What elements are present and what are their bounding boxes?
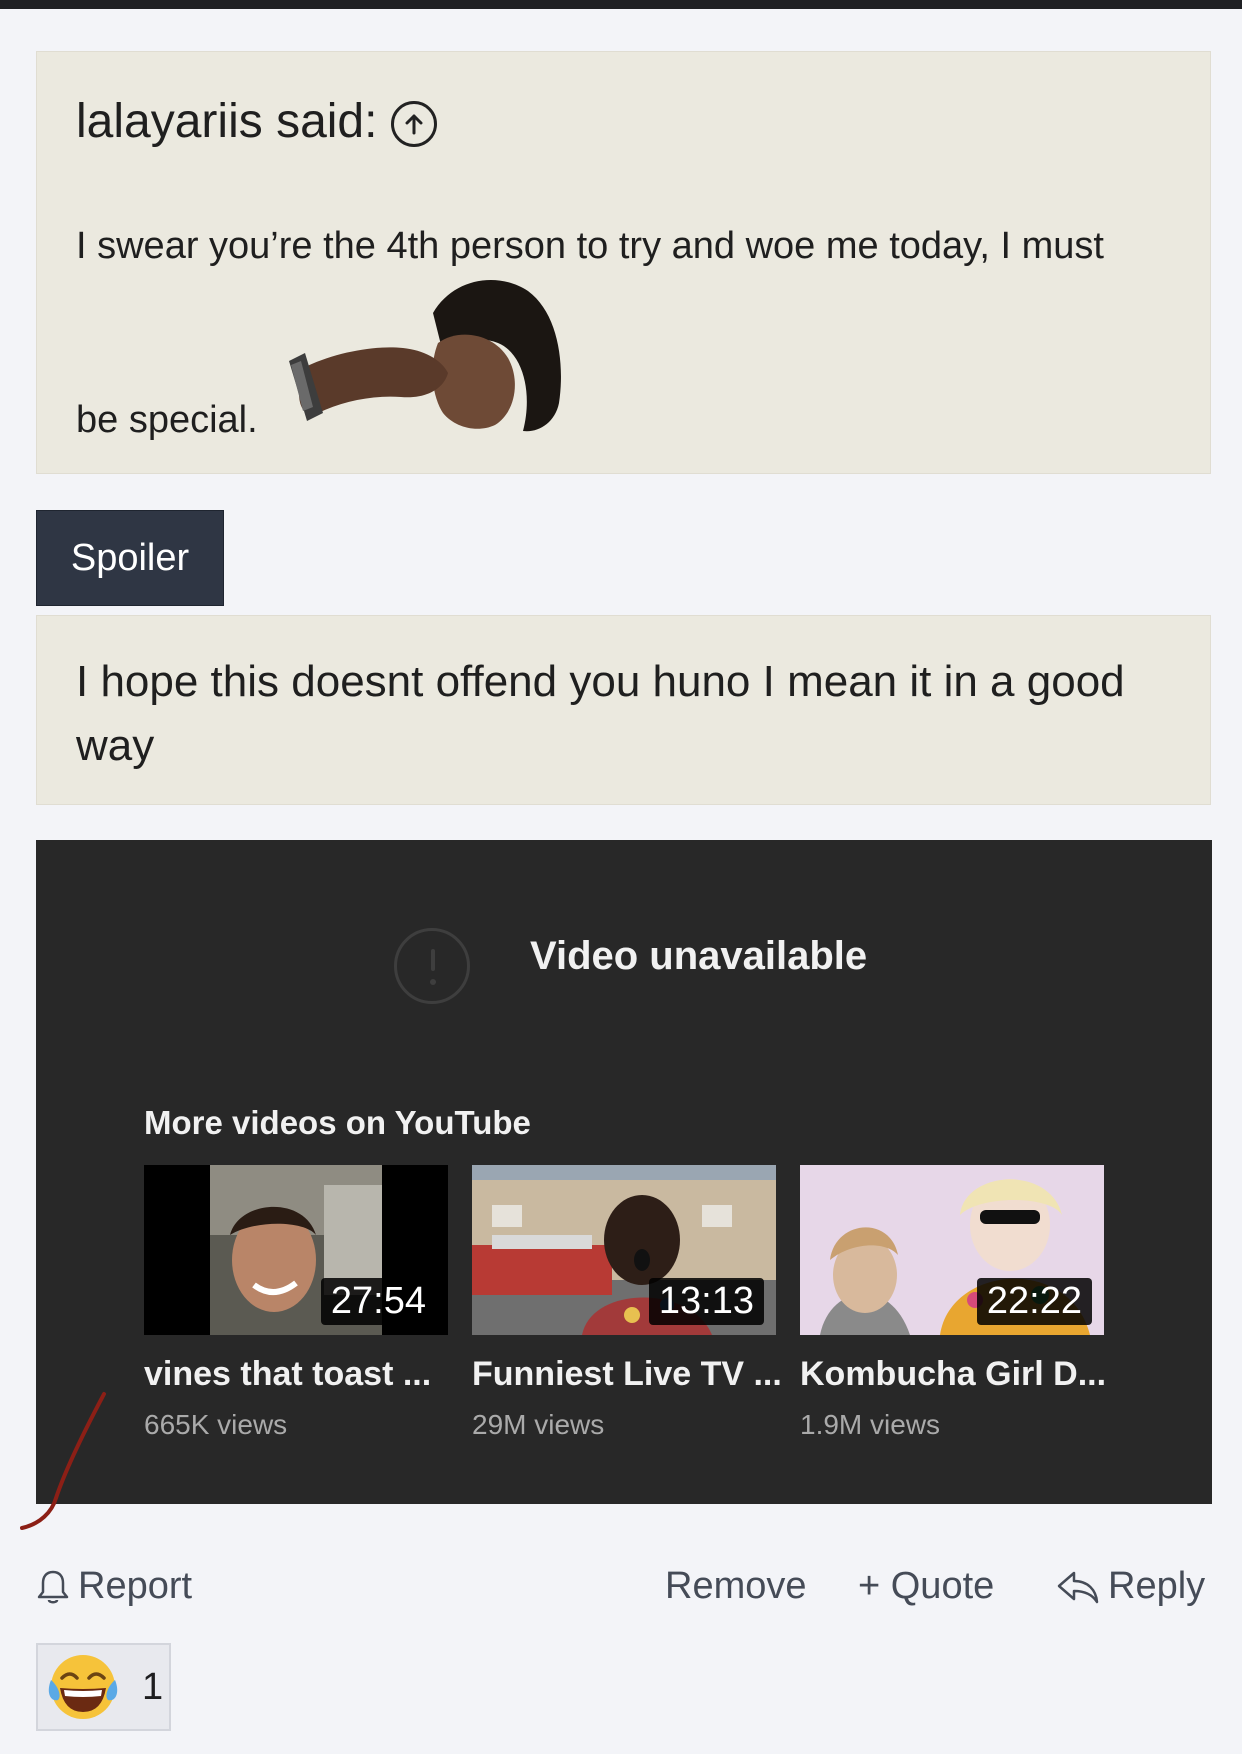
reaction-count: 1: [142, 1665, 164, 1708]
reply-button[interactable]: Reply: [1056, 1565, 1205, 1608]
quote-author: lalayariis said:: [76, 95, 378, 148]
video-duration: 13:13: [648, 1278, 764, 1325]
video-card[interactable]: 27:54 vines that toast ... 665K views: [144, 1165, 448, 1440]
remove-button[interactable]: Remove: [665, 1565, 807, 1608]
video-title[interactable]: Kombucha Girl D...: [800, 1355, 1106, 1394]
pen-scribble: [20, 1392, 106, 1530]
video-views: 665K views: [144, 1409, 288, 1440]
quote-text-line-2: be special.: [76, 399, 258, 441]
remove-label: Remove: [665, 1565, 807, 1607]
quote-header: lalayariis said:: [76, 94, 438, 149]
jump-to-quote-icon[interactable]: [391, 100, 438, 147]
video-thumbnail[interactable]: 22:22: [800, 1165, 1104, 1335]
video-title[interactable]: vines that toast ...: [144, 1355, 431, 1394]
video-thumbnail[interactable]: 13:13: [472, 1165, 776, 1335]
quote-label: + Quote: [858, 1565, 995, 1607]
warning-icon: [394, 928, 470, 1004]
report-label: Report: [78, 1565, 193, 1607]
video-card[interactable]: 13:13 Funniest Live TV ... 29M views: [472, 1165, 782, 1440]
reply-label: Reply: [1108, 1565, 1206, 1607]
video-thumbnail[interactable]: 27:54: [144, 1165, 448, 1335]
reaction-badge[interactable]: 1: [36, 1643, 171, 1731]
video-views: 29M views: [472, 1409, 605, 1440]
video-card[interactable]: 22:22 Kombucha Girl D... 1.9M views: [800, 1165, 1106, 1440]
laughing-crying-emoji-icon: [48, 1655, 118, 1719]
message-text-block: I hope this doesnt offend you huno I mea…: [36, 615, 1211, 805]
message-text: I hope this doesnt offend you huno I mea…: [76, 657, 1125, 770]
video-title[interactable]: Funniest Live TV ...: [472, 1355, 782, 1394]
youtube-embed[interactable]: Video unavailable More videos on YouTube…: [36, 840, 1212, 1504]
spoiler-button[interactable]: Spoiler: [36, 510, 224, 606]
quote-button[interactable]: + Quote: [858, 1565, 994, 1608]
bell-icon: [37, 1570, 69, 1603]
more-videos-heading: More videos on YouTube: [144, 1104, 531, 1141]
video-duration: 22:22: [976, 1278, 1092, 1325]
quoted-message: lalayariis said: I swear you’re the 4th …: [36, 51, 1211, 474]
video-unavailable-text: Video unavailable: [530, 934, 868, 978]
top-bar: [0, 0, 1242, 9]
drinking-man-sticker: [289, 279, 561, 432]
video-views: 1.9M views: [800, 1409, 941, 1440]
post-actions: Report Remove + Quote Reply: [0, 1565, 1242, 1625]
report-button[interactable]: Report: [36, 1565, 192, 1608]
quote-text-line-1: I swear you’re the 4th person to try and…: [76, 225, 1104, 267]
video-duration: 27:54: [320, 1278, 436, 1325]
reply-arrow-icon: [1057, 1571, 1099, 1603]
